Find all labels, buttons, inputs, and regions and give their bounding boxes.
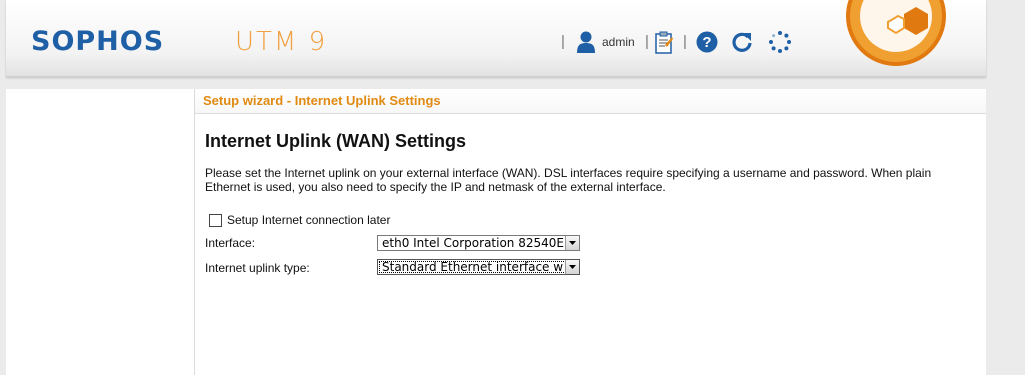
setup-later-checkbox[interactable] <box>209 213 222 227</box>
svg-text:?: ? <box>702 34 711 51</box>
uplink-type-select[interactable]: Standard Ethernet interface w <box>377 259 580 275</box>
interface-label: Interface: <box>205 236 256 250</box>
top-header: SOPHOS UTM 9 | admin | | ? <box>6 0 986 77</box>
sophos-logo-mark <box>846 0 946 66</box>
uplink-type-select-value: Standard Ethernet interface w <box>382 260 564 274</box>
clipboard-icon[interactable] <box>654 31 674 54</box>
interface-select-value: eth0 Intel Corporation 82540E <box>382 236 564 250</box>
header-separator: | <box>683 33 687 50</box>
setup-later-row[interactable]: Setup Internet connection later <box>209 213 390 227</box>
user-name-link[interactable]: admin <box>602 35 635 49</box>
wizard-panel: Setup wizard - Internet Uplink Settings … <box>195 89 986 375</box>
panel-title: Setup wizard - Internet Uplink Settings <box>195 89 986 114</box>
interface-select[interactable]: eth0 Intel Corporation 82540E <box>377 235 580 251</box>
reload-icon[interactable] <box>731 31 753 53</box>
chevron-down-icon[interactable] <box>565 260 579 274</box>
spinner-icon[interactable] <box>768 30 792 54</box>
product-name: UTM 9 <box>235 27 328 57</box>
uplink-type-label: Internet uplink type: <box>205 261 310 275</box>
help-icon[interactable]: ? <box>696 31 718 53</box>
setup-later-label[interactable]: Setup Internet connection later <box>227 213 390 227</box>
chevron-down-icon[interactable] <box>565 236 579 250</box>
sidebar <box>6 89 195 375</box>
description-text: Please set the Internet uplink on your e… <box>205 166 932 194</box>
header-separator: | <box>645 33 649 50</box>
brand-logo-text: SOPHOS <box>31 26 165 57</box>
user-icon[interactable] <box>576 31 596 53</box>
page-heading: Internet Uplink (WAN) Settings <box>205 131 466 151</box>
header-separator: | <box>561 33 565 50</box>
